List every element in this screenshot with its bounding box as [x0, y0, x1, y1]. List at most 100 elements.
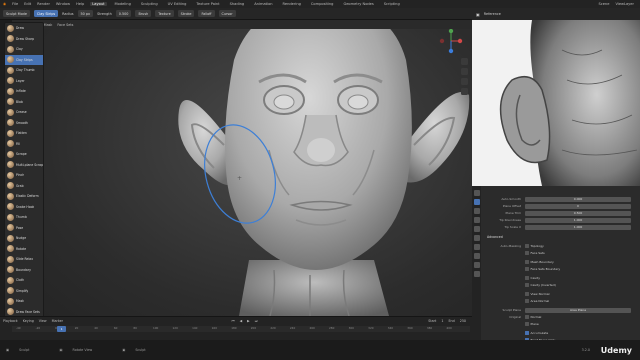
workspace-tab-texture-paint[interactable]: Texture Paint — [194, 2, 221, 6]
brush-item[interactable]: Crease — [5, 107, 43, 118]
face-sets-menu[interactable]: Face Sets — [57, 23, 73, 27]
scene-tab-icon[interactable] — [473, 235, 480, 241]
brush-item[interactable]: Smooth — [5, 118, 43, 129]
zoom-icon[interactable] — [461, 58, 468, 65]
checkbox-icon[interactable] — [525, 322, 529, 326]
playhead-current-frame[interactable]: 1 — [57, 325, 67, 332]
brush-item[interactable]: Rotate — [5, 244, 43, 255]
timeline-view-menu[interactable]: View — [39, 319, 47, 323]
property-checkbox[interactable]: Normal — [525, 315, 541, 319]
modifier-tab-icon[interactable] — [473, 262, 480, 268]
property-value-field[interactable]: 1.000 — [525, 217, 631, 223]
advanced-panel-header[interactable]: Advanced — [473, 234, 640, 240]
view-layer-tab-icon[interactable] — [473, 226, 480, 232]
active-tool-tab-icon[interactable] — [473, 199, 480, 205]
radius-field[interactable]: 50 px — [77, 10, 94, 17]
strength-field[interactable]: 0.500 — [115, 10, 132, 17]
brush-item[interactable]: Cloth — [5, 275, 43, 286]
checkbox-icon[interactable] — [525, 299, 529, 303]
workspace-tab-uv-editing[interactable]: UV Editing — [166, 2, 189, 6]
brush-item[interactable]: Pose — [5, 223, 43, 234]
property-checkbox[interactable]: Cavity — [525, 276, 540, 280]
brush-item[interactable]: Flatten — [5, 128, 43, 139]
camera-icon[interactable] — [461, 78, 468, 85]
view-layer-selector[interactable]: ViewLayer — [615, 2, 634, 6]
checkbox-icon[interactable] — [525, 267, 529, 271]
brush-item[interactable]: Elastic Deform — [5, 191, 43, 202]
workspace-tab-compositing[interactable]: Compositing — [309, 2, 336, 6]
checkbox-icon[interactable] — [525, 292, 529, 296]
property-value-field[interactable]: 0.000 — [525, 196, 631, 202]
brush-item[interactable]: Blob — [5, 97, 43, 108]
output-tab-icon[interactable] — [473, 217, 480, 223]
workspace-tab-layout[interactable]: Layout — [90, 2, 107, 6]
blender-logo-icon[interactable]: ◉ — [3, 2, 6, 6]
property-checkbox[interactable]: Area Normal — [525, 299, 549, 303]
brush-item[interactable]: Inflate — [5, 86, 43, 97]
brush-item[interactable]: Boundary — [5, 265, 43, 276]
workspace-tab-sculpting[interactable]: Sculpting — [139, 2, 160, 6]
brush-item[interactable]: Multi-plane Scrape — [5, 160, 43, 171]
play-controls[interactable]: ⏮ ◀ ▶ ⏭ — [232, 319, 260, 323]
navigation-gizmo[interactable] — [438, 28, 464, 54]
material-tab-icon[interactable] — [473, 271, 480, 277]
mode-dropdown[interactable]: Sculpt Mode — [3, 10, 30, 17]
3d-viewport[interactable]: + — [44, 20, 472, 316]
brush-item[interactable]: Draw — [5, 23, 43, 34]
property-value-field[interactable]: Area Plane — [525, 307, 631, 313]
scene-selector[interactable]: Scene — [598, 2, 609, 6]
brush-menu[interactable]: Brush — [135, 10, 152, 17]
menu-edit[interactable]: Edit — [24, 2, 31, 6]
render-tab-icon[interactable] — [473, 208, 480, 214]
menu-window[interactable]: Window — [56, 2, 70, 6]
start-frame-field[interactable]: 1 — [441, 319, 443, 323]
checkbox-icon[interactable] — [525, 315, 529, 319]
brush-item[interactable]: Layer — [5, 76, 43, 87]
property-checkbox[interactable]: Face Sets — [525, 251, 545, 255]
brush-selector[interactable]: Clay Strips — [33, 10, 59, 17]
workspace-tab-rendering[interactable]: Rendering — [281, 2, 303, 6]
checkbox-icon[interactable] — [525, 251, 529, 255]
workspace-tab-modeling[interactable]: Modeling — [113, 2, 133, 6]
property-checkbox[interactable]: Plane — [525, 322, 539, 326]
brush-item[interactable]: Simplify — [5, 286, 43, 297]
frame-ruler[interactable]: -40 -20 0 20 40 60 80 100 120 140 160 180 200 220 240 2… — [12, 325, 470, 332]
menu-render[interactable]: Render — [37, 2, 50, 6]
property-checkbox[interactable]: View Normal — [525, 292, 549, 296]
workspace-tab-geometry-nodes[interactable]: Geometry Nodes — [341, 2, 375, 6]
world-tab-icon[interactable] — [473, 244, 480, 250]
property-value-field[interactable]: 1.000 — [525, 224, 631, 230]
grid-icon[interactable] — [461, 88, 468, 95]
property-checkbox[interactable]: Accumulate — [525, 331, 548, 335]
brush-item[interactable]: Nudge — [5, 233, 43, 244]
object-tab-icon[interactable] — [473, 253, 480, 259]
menu-file[interactable]: File — [12, 2, 18, 6]
property-checkbox[interactable]: Mesh Boundary — [525, 260, 554, 264]
stroke-menu[interactable]: Stroke — [177, 10, 195, 17]
checkbox-icon[interactable] — [525, 276, 529, 280]
brush-item[interactable]: Scrape — [5, 149, 43, 160]
pan-hand-icon[interactable] — [461, 68, 468, 75]
brush-item[interactable]: Slide Relax — [5, 254, 43, 265]
checkbox-icon[interactable] — [525, 244, 529, 248]
brush-item[interactable]: Clay — [5, 44, 43, 55]
brush-item[interactable]: Snake Hook — [5, 202, 43, 213]
workspace-tab-scripting[interactable]: Scripting — [382, 2, 402, 6]
property-value-field[interactable]: 0 — [525, 203, 631, 209]
tool-tab-icon[interactable] — [473, 190, 480, 196]
mask-menu[interactable]: Mask — [44, 23, 53, 27]
property-checkbox[interactable]: Cavity (Inverted) — [525, 283, 556, 287]
checkbox-icon[interactable] — [525, 283, 529, 287]
brush-item[interactable]: Clay Strips — [5, 54, 43, 65]
property-value-field[interactable]: 0.500 — [525, 210, 631, 216]
property-checkbox[interactable]: Topology — [525, 244, 544, 248]
brush-item[interactable]: Grab — [5, 181, 43, 192]
checkbox-icon[interactable] — [525, 331, 529, 335]
brush-item[interactable]: Fill — [5, 139, 43, 150]
workspace-tab-shading[interactable]: Shading — [228, 2, 247, 6]
brush-item[interactable]: Mask — [5, 296, 43, 307]
brush-item[interactable]: Draw Sharp — [5, 34, 43, 45]
playback-menu[interactable]: Playback — [3, 319, 18, 323]
brush-item[interactable]: Pinch — [5, 170, 43, 181]
brush-item[interactable]: Clay Thumb — [5, 65, 43, 76]
